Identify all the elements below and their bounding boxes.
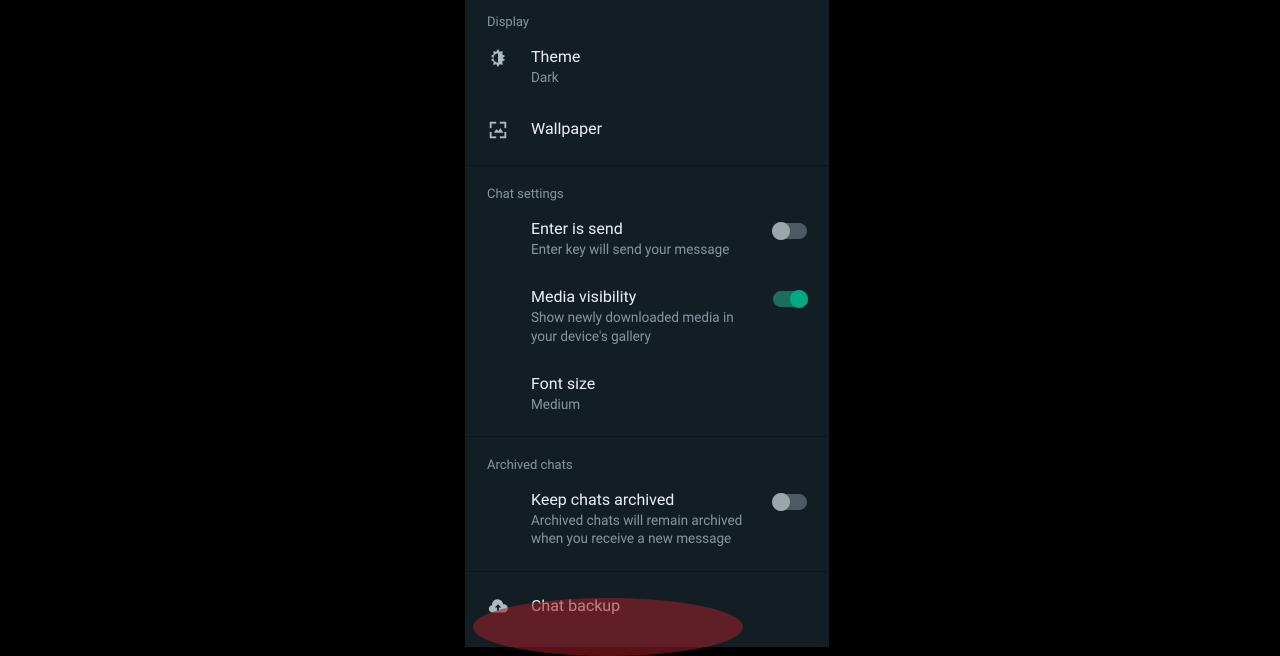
enter-send-title: Enter is send xyxy=(531,219,757,239)
theme-title: Theme xyxy=(531,47,807,67)
section-header-display: Display xyxy=(465,16,829,29)
row-theme[interactable]: Theme Dark xyxy=(465,47,829,87)
divider xyxy=(465,571,829,572)
section-header-archived: Archived chats xyxy=(465,459,829,472)
row-chat-backup[interactable]: Chat backup xyxy=(465,596,829,618)
keep-archived-title: Keep chats archived xyxy=(531,490,757,510)
divider xyxy=(465,436,829,437)
font-size-value: Medium xyxy=(531,396,807,414)
enter-send-toggle[interactable] xyxy=(773,223,807,239)
theme-value: Dark xyxy=(531,69,807,87)
enter-send-sub: Enter key will send your message xyxy=(531,241,757,259)
row-enter-is-send[interactable]: Enter is send Enter key will send your m… xyxy=(465,219,829,259)
media-visibility-title: Media visibility xyxy=(531,287,757,307)
keep-archived-toggle[interactable] xyxy=(773,494,807,510)
wallpaper-icon xyxy=(487,119,509,141)
row-media-visibility[interactable]: Media visibility Show newly downloaded m… xyxy=(465,287,829,345)
row-font-size[interactable]: Font size Medium xyxy=(465,374,829,414)
wallpaper-title: Wallpaper xyxy=(531,119,807,139)
font-size-title: Font size xyxy=(531,374,807,394)
media-visibility-toggle[interactable] xyxy=(773,291,807,307)
row-keep-archived[interactable]: Keep chats archived Archived chats will … xyxy=(465,490,829,548)
section-header-chat-settings: Chat settings xyxy=(465,188,829,201)
brightness-icon xyxy=(487,47,509,69)
row-wallpaper[interactable]: Wallpaper xyxy=(465,119,829,141)
keep-archived-sub: Archived chats will remain archived when… xyxy=(531,512,757,548)
cloud-upload-icon xyxy=(487,596,509,618)
media-visibility-sub: Show newly downloaded media in your devi… xyxy=(531,309,757,345)
chat-backup-title: Chat backup xyxy=(531,596,807,616)
settings-screen: Display Theme Dark Wallpaper Chat settin… xyxy=(465,0,829,647)
divider xyxy=(465,165,829,166)
